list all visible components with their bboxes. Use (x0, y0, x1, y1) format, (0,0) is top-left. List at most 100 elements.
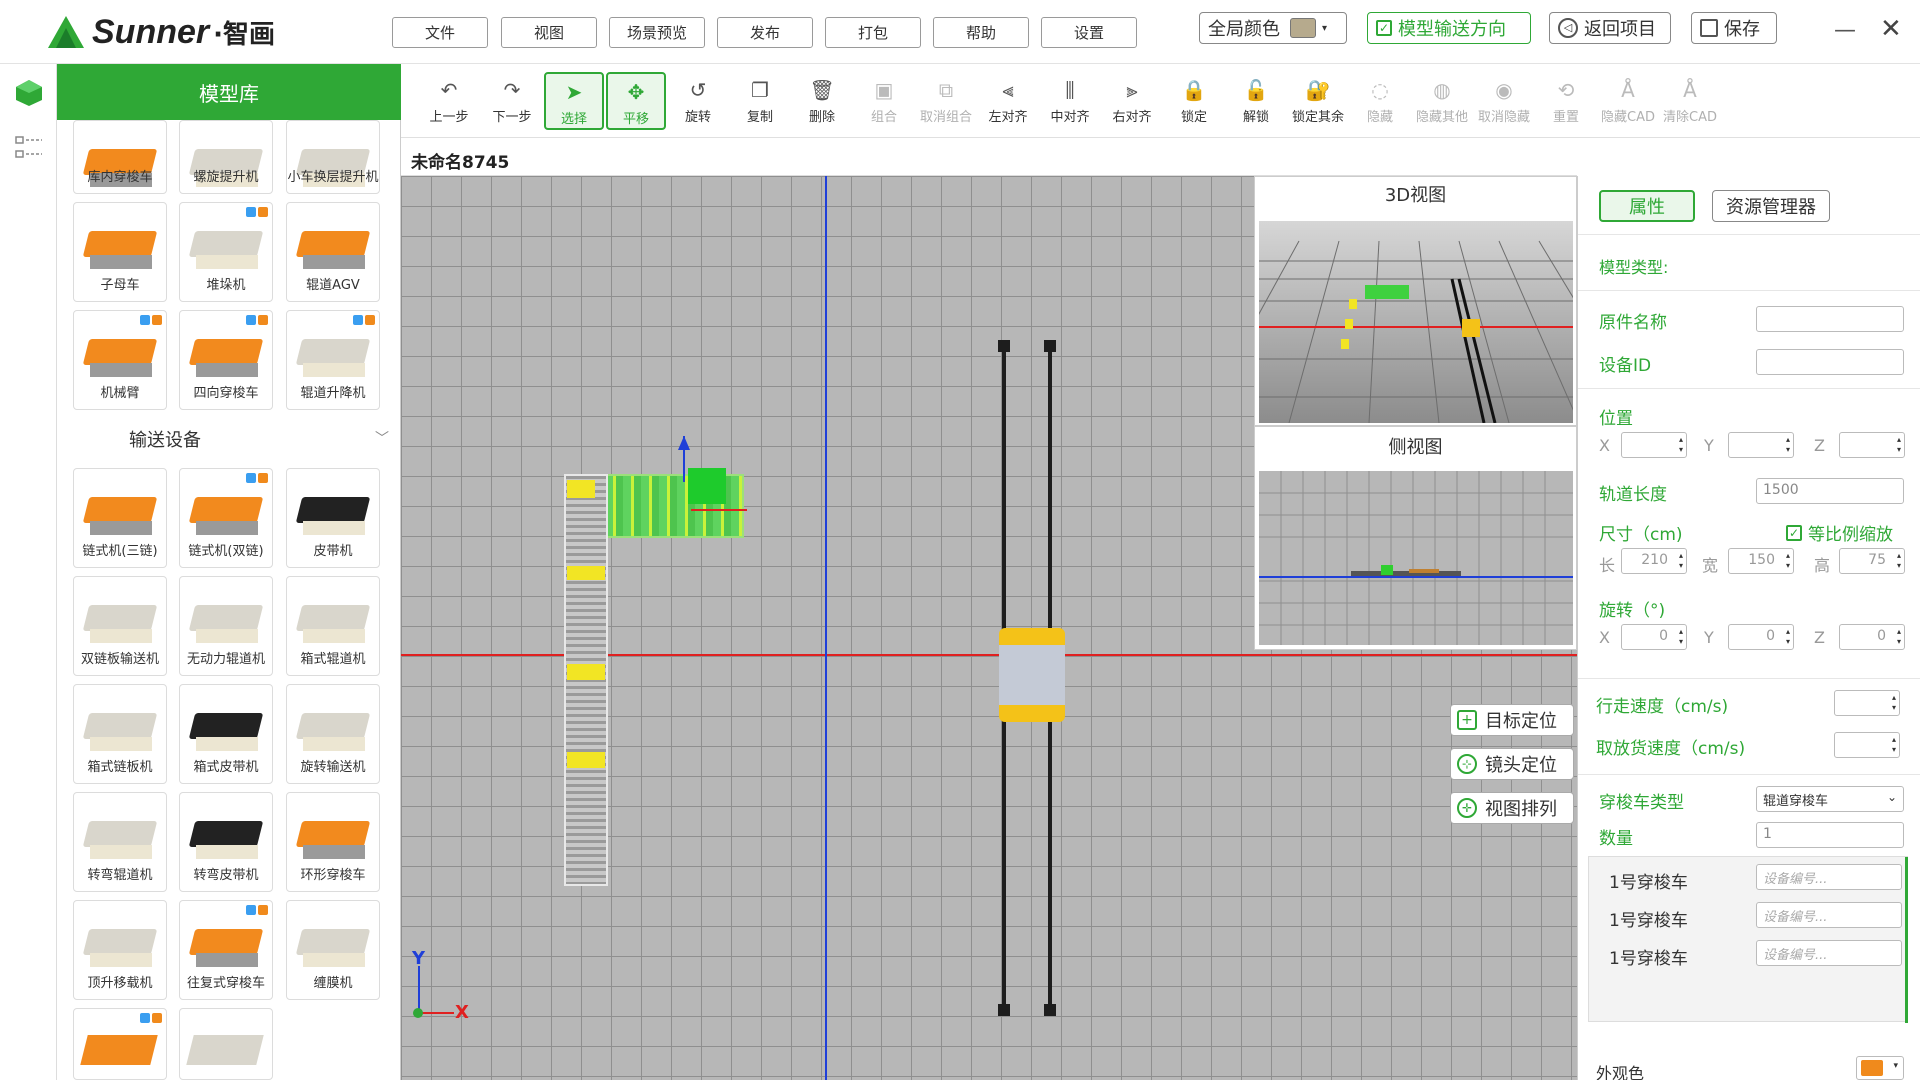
process-flow-icon[interactable] (14, 134, 44, 162)
scrollbar[interactable] (1905, 857, 1908, 1023)
library-item[interactable] (73, 1008, 167, 1080)
library-item[interactable]: 旋转输送机 (286, 684, 380, 784)
tool-hide-cad[interactable]: Å 隐藏CAD (1598, 72, 1658, 130)
rot-z-input[interactable]: 0 (1839, 624, 1905, 650)
appearance-color-picker[interactable]: ▾ (1856, 1056, 1904, 1080)
proportional-scale-checkbox[interactable]: ✓ 等比例缩放 (1786, 520, 1893, 545)
library-item[interactable]: 箱式皮带机 (179, 684, 273, 784)
width-input[interactable]: 150 (1728, 548, 1794, 574)
tool-copy[interactable]: ❐ 复制 (730, 72, 790, 130)
library-item[interactable]: 箱式辊道机 (286, 576, 380, 676)
menu-publish[interactable]: 发布 (717, 17, 813, 48)
device-id-input[interactable] (1756, 349, 1904, 375)
library-item[interactable]: 转弯皮带机 (179, 792, 273, 892)
global-color-control[interactable]: 全局颜色 ▾ (1199, 12, 1347, 44)
tool-group[interactable]: ▣ 组合 (854, 72, 914, 130)
tool-hide-others[interactable]: ◍ 隐藏其他 (1412, 72, 1472, 130)
back-to-project-button[interactable]: ◁ 返回项目 (1549, 12, 1671, 44)
gizmo-x-arrow[interactable] (691, 509, 747, 511)
tool-redo[interactable]: ↷ 下一步 (482, 72, 542, 130)
library-item[interactable]: 小车换层提升机 (286, 120, 380, 194)
tab-resource-manager[interactable]: 资源管理器 (1712, 190, 1830, 222)
tool-select-cursor[interactable]: ➤ 选择 (544, 72, 604, 130)
tool-move[interactable]: ✥ 平移 (606, 72, 666, 130)
library-item[interactable]: 子母车 (73, 202, 167, 302)
rot-y-input[interactable]: 0 (1728, 624, 1794, 650)
side-view-viewport[interactable] (1259, 471, 1573, 645)
tool-align-center[interactable]: ⫼ 中对齐 (1040, 72, 1100, 130)
library-item[interactable]: 环形穿梭车 (286, 792, 380, 892)
tool-clear-cad[interactable]: Å 清除CAD (1660, 72, 1720, 130)
global-color-swatch[interactable] (1290, 18, 1316, 38)
library-item[interactable]: 箱式链板机 (73, 684, 167, 784)
tool-reset[interactable]: ⟲ 重置 (1536, 72, 1596, 130)
selected-model-handle[interactable] (688, 468, 726, 504)
library-item[interactable]: 皮带机 (286, 468, 380, 568)
library-item[interactable]: 双链板输送机 (73, 576, 167, 676)
library-item[interactable]: 辊道升降机 (286, 310, 380, 410)
library-item[interactable]: 无动力辊道机 (179, 576, 273, 676)
tool-hide[interactable]: ◌ 隐藏 (1350, 72, 1410, 130)
tool-unhide[interactable]: ◉ 取消隐藏 (1474, 72, 1534, 130)
library-item[interactable]: 库内穿梭车 (73, 120, 167, 194)
pos-y-input[interactable] (1728, 432, 1794, 458)
library-item[interactable]: 往复式穿梭车 (179, 900, 273, 1000)
tool-lock-others[interactable]: 🔐 锁定其余 (1288, 72, 1348, 130)
shuttle-device-id-input[interactable]: 设备编号... (1756, 864, 1902, 890)
camera-locate-button[interactable]: ⊹ 镜头定位 (1450, 748, 1574, 780)
menu-package[interactable]: 打包 (825, 17, 921, 48)
save-button[interactable]: 保存 (1691, 12, 1777, 44)
tool-lock[interactable]: 🔒 锁定 (1164, 72, 1224, 130)
travel-speed-input[interactable] (1834, 690, 1900, 716)
rot-x-input[interactable]: 0 (1621, 624, 1687, 650)
menu-scene-preview[interactable]: 场景预览 (609, 17, 705, 48)
height-input[interactable]: 75 (1839, 548, 1905, 574)
model-library-icon[interactable] (14, 78, 44, 108)
tool-label: 下一步 (492, 110, 532, 125)
tool-align-right[interactable]: ⫸ 右对齐 (1102, 72, 1162, 130)
library-item[interactable]: 链式机(双链) (179, 468, 273, 568)
part-name-input[interactable] (1756, 306, 1904, 332)
section-collapse-icon[interactable]: ﹀ (375, 428, 389, 448)
library-item[interactable]: 顶升移载机 (73, 900, 167, 1000)
library-item[interactable]: 链式机(三链) (73, 468, 167, 568)
tool-align-left[interactable]: ⫷ 左对齐 (978, 72, 1038, 130)
tool-rotate[interactable]: ↺ 旋转 (668, 72, 728, 130)
model-direction-toggle[interactable]: ✓ 模型输送方向 (1367, 12, 1531, 44)
tool-unlock[interactable]: 🔓 解锁 (1226, 72, 1286, 130)
library-item[interactable]: 转弯辊道机 (73, 792, 167, 892)
menu-file[interactable]: 文件 (392, 17, 488, 48)
library-item[interactable]: 缠膜机 (286, 900, 380, 1000)
library-item[interactable]: 机械臂 (73, 310, 167, 410)
view-arrange-button[interactable]: ✛ 视图排列 (1450, 792, 1574, 824)
library-item[interactable]: 螺旋提升机 (179, 120, 273, 194)
layout-canvas[interactable]: Y X 3D视图 侧视图 + 目标定位 ⊹ 镜头定位 ✛ 视图排列 (401, 176, 1577, 1080)
roller-conveyor-line[interactable] (564, 474, 608, 886)
shuttle-device-id-input[interactable]: 设备编号... (1756, 902, 1902, 928)
track-length-input[interactable]: 1500 (1756, 478, 1904, 504)
tool-undo[interactable]: ↶ 上一步 (419, 72, 479, 130)
tool-delete[interactable]: 🗑 删除 (792, 72, 852, 130)
quantity-input[interactable]: 1 (1756, 822, 1904, 848)
view-3d-viewport[interactable] (1259, 221, 1573, 423)
library-item[interactable]: 辊道AGV (286, 202, 380, 302)
library-item[interactable] (179, 1008, 273, 1080)
menu-settings[interactable]: 设置 (1041, 17, 1137, 48)
hide-cad-icon: Å (1621, 78, 1635, 102)
shuttle-device-id-input[interactable]: 设备编号... (1756, 940, 1902, 966)
length-input[interactable]: 210 (1621, 548, 1687, 574)
pick-speed-input[interactable] (1834, 732, 1900, 758)
target-locate-button[interactable]: + 目标定位 (1450, 704, 1574, 736)
shuttle-type-select[interactable]: 辊道穿梭车 ⌄ (1756, 786, 1904, 812)
pos-x-input[interactable] (1621, 432, 1687, 458)
library-item[interactable]: 堆垛机 (179, 202, 273, 302)
tab-properties[interactable]: 属性 (1599, 190, 1695, 222)
pos-z-input[interactable] (1839, 432, 1905, 458)
rail-shuttle-car[interactable] (999, 628, 1065, 722)
close-icon[interactable]: ✕ (1880, 14, 1902, 44)
library-item[interactable]: 四向穿梭车 (179, 310, 273, 410)
menu-view[interactable]: 视图 (501, 17, 597, 48)
tool-ungroup[interactable]: ⧉ 取消组合 (916, 72, 976, 130)
minimize-icon[interactable]: — (1834, 18, 1856, 43)
menu-help[interactable]: 帮助 (933, 17, 1029, 48)
